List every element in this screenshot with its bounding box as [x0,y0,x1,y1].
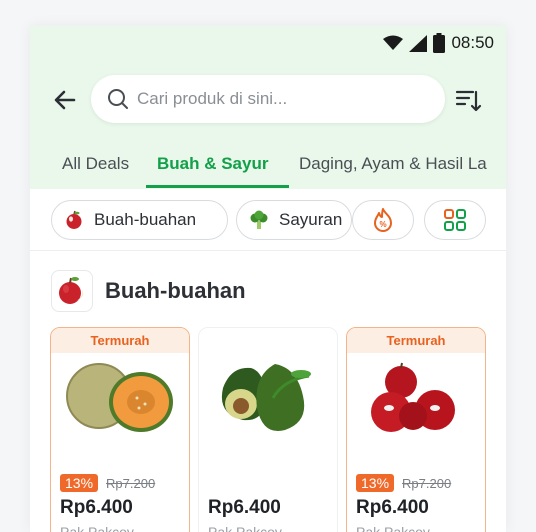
tab-daging-ayam[interactable]: Daging, Ayam & Hasil La [299,154,487,174]
signal-icon [409,34,428,52]
search-icon [108,89,128,109]
shop-name: Pak Pakcoy [208,524,282,532]
cheapest-ribbon: Termurah [51,328,189,353]
product-card[interactable]: Termurah 13% Rp7.200 Rp6.400 Pak Pakcoy [50,327,190,532]
svg-text:%: % [379,220,386,229]
shop-name: Pak Pakcoy [356,524,430,532]
broccoli-icon [250,210,268,229]
avocado-image [221,364,311,432]
chip-buah-buahan[interactable]: Buah-buahan [51,200,228,240]
cheapest-ribbon: Termurah [347,328,485,353]
discount-badge: 13% [356,474,395,492]
product-card[interactable]: Rp6.400 Pak Pakcoy [198,327,338,532]
chip-all-categories[interactable] [424,200,486,240]
product-price: Rp6.400 [60,497,133,518]
original-price: Rp7.200 [402,475,452,491]
section-icon [51,270,93,312]
search-input[interactable] [137,89,417,109]
product-price: Rp6.400 [208,497,281,518]
discount-row: 13% Rp7.200 [60,474,155,492]
sort-icon[interactable] [454,86,482,114]
flame-discount-icon: % [374,208,392,232]
search-bar[interactable] [91,75,445,123]
product-card[interactable]: Termurah 13% Rp7.200 Rp6.400 Pak Pakcoy [346,327,486,532]
discount-row: 13% Rp7.200 [356,474,451,492]
header-area: 08:50 All Deals Buah & Sayur Daging, Aya… [30,26,506,189]
section-title: Buah-buahan [105,278,246,303]
subcategory-chips: Buah-buahan Sayuran % [30,189,506,251]
active-tab-indicator [146,185,289,188]
chip-deals-flame[interactable]: % [352,200,414,240]
wifi-icon [383,35,404,50]
red-apples-image [371,362,455,432]
chip-label: Sayuran [279,210,343,229]
category-tabs: All Deals Buah & Sayur Daging, Ayam & Ha… [30,148,506,189]
discount-badge: 13% [60,474,99,492]
product-price: Rp6.400 [356,497,429,518]
tab-all-deals[interactable]: All Deals [62,154,129,174]
product-section: Buah-buahan Termurah 13% Rp7.200 Rp6.400… [30,252,506,532]
grid-icon [444,209,466,231]
back-arrow-icon[interactable] [52,87,78,113]
chip-label: Buah-buahan [94,210,197,229]
app-screen: 08:50 All Deals Buah & Sayur Daging, Aya… [30,26,506,532]
shop-name: Pak Pakcoy [60,524,134,532]
apple-icon [66,210,82,229]
tab-buah-sayur[interactable]: Buah & Sayur [157,154,268,174]
status-bar: 08:50 [383,33,494,53]
status-time: 08:50 [451,33,494,52]
apple-icon [59,277,84,304]
original-price: Rp7.200 [106,475,156,491]
battery-icon [433,33,446,53]
chip-sayuran[interactable]: Sayuran [236,200,352,240]
cantaloupe-image [66,363,173,432]
